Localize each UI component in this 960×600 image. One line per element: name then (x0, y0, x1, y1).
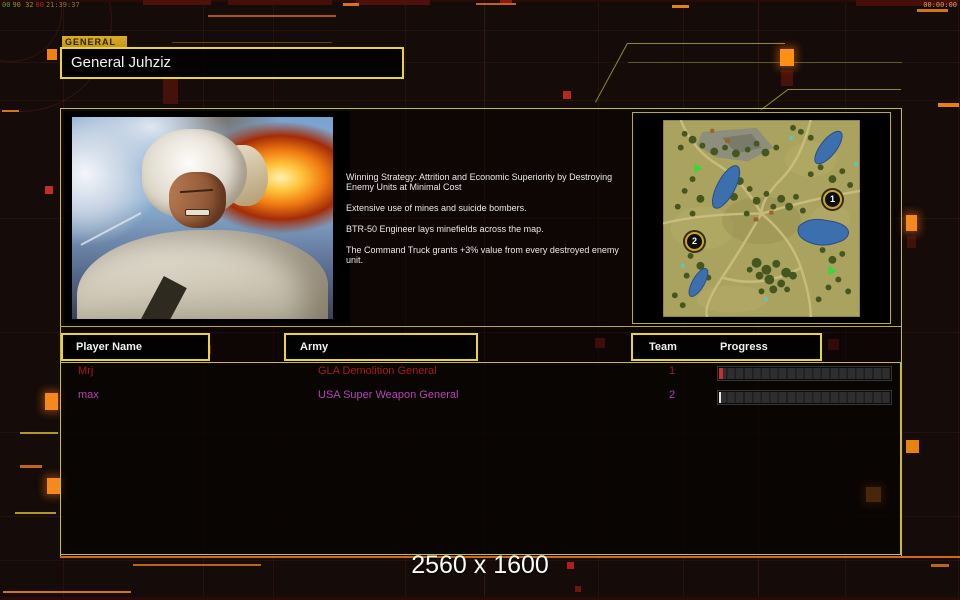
circuit-line (172, 42, 332, 43)
decor-dash (917, 9, 948, 12)
progress-bar (717, 390, 892, 405)
decor-square (47, 478, 60, 494)
grid-line (958, 0, 959, 600)
decor-dash (931, 564, 949, 567)
minimap-marker: 2 (685, 232, 704, 251)
face-brow (180, 188, 214, 193)
decor-bar (143, 0, 211, 5)
circuit-line (628, 62, 902, 63)
player-team: 2 (668, 389, 676, 401)
progress-bar-track (719, 392, 890, 403)
decor-square (45, 186, 53, 194)
decor-dash (938, 103, 959, 107)
progress-bar-fill (719, 392, 721, 403)
decor-dash (476, 3, 516, 5)
decor-square (780, 49, 794, 66)
header-progress: Progress (720, 341, 768, 353)
general-face (168, 171, 226, 229)
decor-bar (228, 0, 332, 5)
decor-dash (20, 465, 42, 468)
circuit-line (788, 89, 901, 90)
general-robe (77, 230, 328, 319)
loading-screen: 00 90 32 00 21:39:37 00:00:00 GENERAL Gener… (0, 0, 960, 600)
header-army: Army (284, 333, 478, 361)
decor-dash (672, 5, 689, 8)
player-name: max (78, 389, 99, 401)
debug-text: 90 32 (12, 1, 34, 9)
debug-text: 00 (2, 1, 11, 9)
player-row: max USA Super Weapon General 2 (0, 389, 960, 405)
circuit-line (595, 43, 628, 103)
strategy-paragraph: Extensive use of mines and suicide bombe… (346, 203, 527, 213)
decor-square (567, 562, 574, 569)
minimap: 1 2 (662, 119, 861, 318)
progress-bar (717, 366, 892, 381)
minimap-terrain (662, 119, 861, 318)
player-row: Mrj GLA Demolition General 1 (0, 365, 960, 381)
player-army: GLA Demolition General (318, 365, 437, 377)
debug-text: 00 (35, 1, 44, 9)
player-army: USA Super Weapon General (318, 389, 459, 401)
decor-dash (15, 512, 56, 514)
debug-clock: 21:39:37 (45, 1, 80, 9)
resolution-text: 2560 x 1600 (411, 551, 549, 579)
decor-reflection (781, 70, 793, 86)
progress-bar-fill (719, 368, 723, 379)
decor-square (563, 91, 571, 99)
progress-bar-track (719, 368, 890, 379)
decor-reflection (907, 236, 916, 248)
decor-dash (2, 110, 19, 112)
decor-bar (356, 0, 430, 5)
player-team: 1 (668, 365, 676, 377)
general-portrait-photo (72, 117, 333, 319)
decor-line (133, 564, 261, 566)
game-timer: 00:00:00 (923, 1, 957, 9)
decor-line (3, 591, 131, 593)
panel-divider (60, 326, 901, 327)
decor-square (575, 586, 581, 592)
decor-square (906, 215, 917, 231)
decor-square (906, 440, 919, 453)
decor-dash (20, 432, 58, 434)
decor-dash (343, 3, 359, 6)
decor-square (47, 49, 57, 60)
general-portrait-frame (64, 111, 350, 324)
face-mouth (184, 208, 210, 216)
header-player-name: Player Name (61, 333, 210, 361)
debug-overlay: 00 90 32 00 21:39:37 (2, 1, 82, 9)
player-name: Mrj (78, 365, 94, 377)
grid-line (0, 30, 960, 31)
minimap-panel: 1 2 (632, 112, 891, 324)
grid-line (0, 100, 960, 101)
header-team: Team (649, 341, 677, 353)
header-team-progress: Team Progress (631, 333, 822, 361)
decor-line (208, 15, 336, 17)
strategy-paragraph: BTR-50 Engineer lays minefields across t… (346, 224, 544, 234)
circuit-line (627, 43, 785, 44)
general-name-box: General Juhziz (60, 47, 404, 79)
strategy-text-block: Winning Strategy: Attrition and Economic… (346, 172, 646, 276)
strategy-paragraph: Winning Strategy: Attrition and Economic… (346, 172, 613, 192)
strategy-paragraph: The Command Truck grants +3% value from … (346, 245, 619, 265)
minimap-marker: 1 (823, 190, 842, 209)
